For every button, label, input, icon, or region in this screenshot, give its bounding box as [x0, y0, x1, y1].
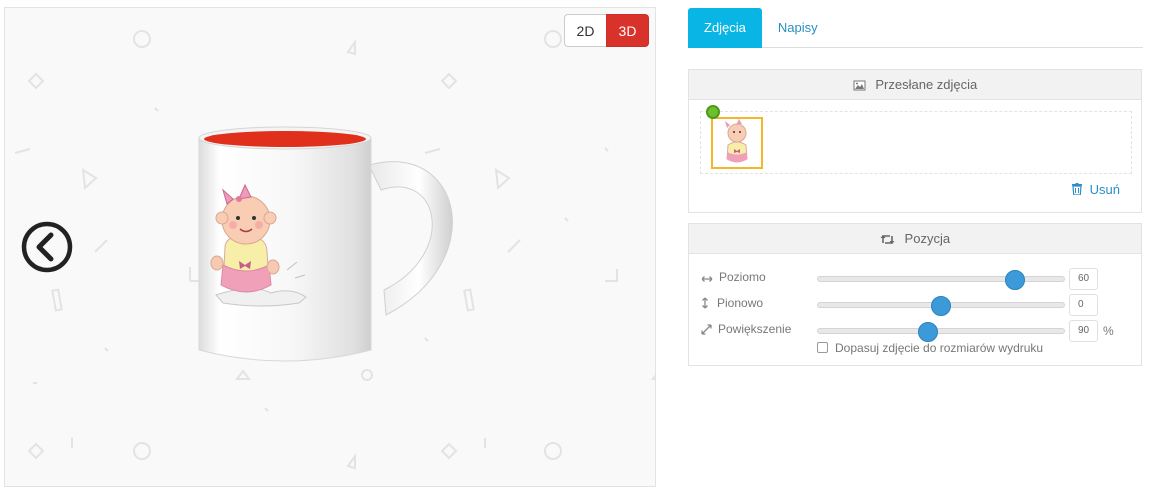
vertical-value-input[interactable]: 0 — [1069, 294, 1098, 316]
vertical-slider-handle[interactable] — [931, 296, 951, 316]
position-title: Pozycja — [904, 231, 951, 246]
zoom-slider-handle[interactable] — [918, 322, 938, 342]
selected-indicator — [706, 105, 720, 119]
tab-photos[interactable]: Zdjęcia — [688, 8, 762, 48]
resize-diagonal-icon — [701, 324, 712, 335]
position-section: Pozycja Poziomo 60 Pionowo 0 Powiększeni… — [688, 223, 1142, 366]
zoom-slider[interactable] — [817, 322, 1065, 342]
uploaded-photos-title: Przesłane zdjęcia — [875, 77, 978, 92]
view-3d-button[interactable]: 3D — [606, 14, 649, 47]
horizontal-label: Poziomo — [701, 270, 766, 284]
view-toggle: 2D 3D — [564, 14, 649, 47]
image-icon — [853, 80, 866, 91]
fit-to-print-label: Dopasuj zdjęcie do rozmiarów wydruku — [835, 341, 1044, 355]
photo-dropzone[interactable] — [700, 105, 1132, 174]
tab-captions[interactable]: Napisy — [762, 8, 834, 48]
product-preview: 2D 3D — [4, 7, 656, 487]
trash-icon — [1072, 183, 1083, 196]
view-2d-button[interactable]: 2D — [564, 14, 607, 47]
mug-3d-model — [198, 126, 453, 362]
editor-panel: Zdjęcia Napisy Przesłane zdjęcia Usuń Po… — [688, 8, 1143, 366]
zoom-label: Powiększenie — [701, 322, 791, 336]
arrows-vertical-icon — [702, 297, 708, 309]
photo-thumbnail[interactable] — [711, 117, 763, 169]
arrows-horizontal-icon — [701, 276, 713, 282]
vertical-label: Pionowo — [701, 296, 763, 310]
horizontal-value-input[interactable]: 60 — [1069, 268, 1098, 290]
uploaded-photos-header: Przesłane zdjęcia — [689, 70, 1141, 100]
baby-thumbnail-image — [725, 119, 748, 163]
horizontal-slider[interactable] — [817, 270, 1065, 290]
position-header: Pozycja — [689, 224, 1141, 254]
zoom-value-input[interactable]: 90 — [1069, 320, 1098, 342]
editor-tabs: Zdjęcia Napisy — [688, 8, 1143, 48]
zoom-unit: % — [1103, 324, 1114, 338]
zoom-row: Powiększenie 90 % — [701, 320, 1121, 342]
horizontal-slider-handle[interactable] — [1005, 270, 1025, 290]
fit-to-print-option[interactable]: Dopasuj zdjęcie do rozmiarów wydruku — [817, 341, 1043, 355]
horizontal-row: Poziomo 60 — [701, 268, 1121, 290]
vertical-row: Pionowo 0 — [701, 294, 1121, 316]
vertical-slider[interactable] — [817, 296, 1065, 316]
retweet-icon — [880, 235, 895, 244]
uploaded-photos-section: Przesłane zdjęcia Usuń — [688, 69, 1142, 213]
remove-label: Usuń — [1089, 182, 1120, 197]
previous-arrow-icon[interactable] — [20, 220, 74, 274]
remove-photo-link[interactable]: Usuń — [1072, 182, 1120, 197]
fit-to-print-checkbox[interactable] — [817, 342, 828, 353]
